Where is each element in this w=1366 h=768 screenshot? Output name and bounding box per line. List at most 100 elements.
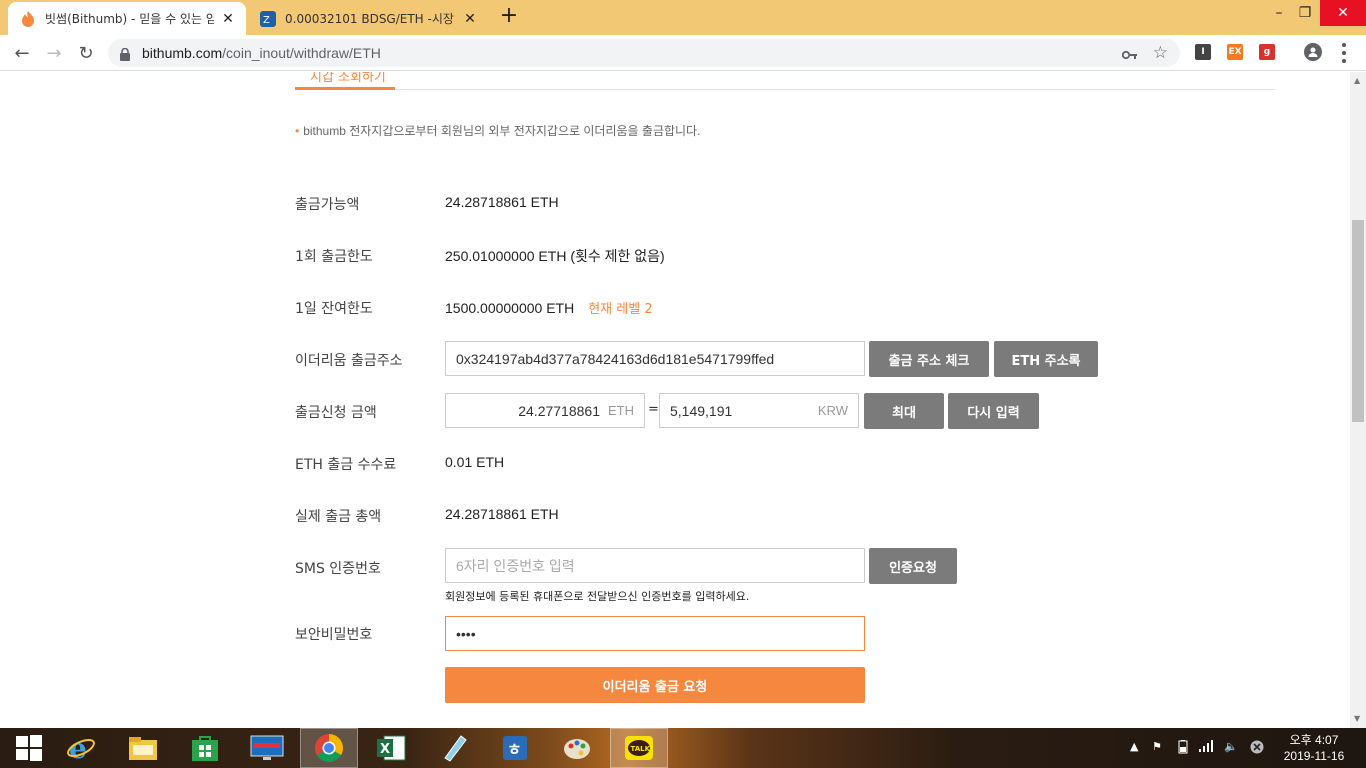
address-value: 0x324197ab4d377a78424163d6d181e5471799ff… bbox=[456, 350, 775, 367]
subtab-active-underline bbox=[295, 87, 395, 90]
paint-icon[interactable] bbox=[548, 728, 606, 768]
extension-i-icon[interactable]: I bbox=[1195, 44, 1211, 60]
svg-text:X: X bbox=[380, 742, 390, 757]
signal-icon[interactable] bbox=[1199, 740, 1213, 755]
password-label: 보안비밀번호 bbox=[295, 627, 373, 643]
per-limit-label: 1회 출금한도 bbox=[295, 249, 373, 265]
withdraw-address-input[interactable]: 0x324197ab4d377a78424163d6d181e5471799ff… bbox=[445, 341, 865, 376]
bullet-icon: • bbox=[295, 124, 300, 138]
key-icon[interactable] bbox=[1121, 46, 1138, 65]
chrome-taskbar-icon[interactable] bbox=[300, 728, 358, 768]
back-arrow-icon[interactable]: ← bbox=[10, 41, 34, 65]
forward-arrow-icon[interactable]: → bbox=[42, 41, 66, 65]
tab-close-icon[interactable]: ✕ bbox=[462, 11, 478, 27]
tab-bdsg-market[interactable]: Z 0.00032101 BDSG/ETH -시장 동 ✕ bbox=[248, 2, 488, 35]
browser-toolbar: ← → ↻ bithumb.com/coin_inout/withdraw/ET… bbox=[0, 35, 1366, 71]
hangul-word-icon[interactable]: ㅎ bbox=[486, 728, 544, 768]
browser-menu-icon[interactable] bbox=[1336, 43, 1352, 63]
store-icon[interactable] bbox=[176, 728, 234, 768]
total-label: 실제 출금 총액 bbox=[295, 509, 382, 525]
krw-unit: KRW bbox=[817, 403, 848, 418]
request-sms-button[interactable]: 인증요청 bbox=[869, 548, 957, 584]
per-limit-value: 250.01000000 ETH (횟수 제한 없음) bbox=[445, 248, 665, 264]
sms-label: SMS 인증번호 bbox=[295, 561, 381, 577]
fee-label: ETH 출금 수수료 bbox=[295, 457, 397, 473]
url-host: bithumb.com bbox=[142, 45, 223, 61]
security-password-input[interactable]: •••• bbox=[445, 616, 865, 651]
daily-limit-label: 1일 잔여한도 bbox=[295, 301, 373, 317]
current-level-link[interactable]: 현재 레벨 2 bbox=[588, 302, 652, 317]
krw-amount-input[interactable]: 5,149,191 KRW bbox=[659, 393, 859, 428]
scroll-up-icon[interactable]: ▲ bbox=[1354, 76, 1360, 85]
browser-tab-strip: 빗썸(Bithumb) - 믿을 수 있는 암 ✕ Z 0.00032101 B… bbox=[0, 0, 1366, 35]
tab-bithumb[interactable]: 빗썸(Bithumb) - 믿을 수 있는 암 ✕ bbox=[8, 2, 246, 35]
clock-time: 오후 4:07 bbox=[1289, 733, 1339, 747]
sms-placeholder: 6자리 인증번호 입력 bbox=[456, 557, 575, 574]
daily-limit-value: 1500.00000000 ETH bbox=[445, 300, 575, 316]
eth-unit: ETH bbox=[608, 403, 634, 418]
windows-taskbar: e X ㅎ TALK ▲ ⚑ 🔈 오후 4:07 2019-11-16 bbox=[0, 728, 1366, 768]
withdraw-page: 지갑 조회하기 • bithumb 전자지갑으로부터 회원님의 외부 전자지갑으로… bbox=[0, 72, 1350, 728]
lenovo-monitor-icon[interactable] bbox=[238, 728, 296, 768]
check-address-button[interactable]: 출금 주소 체크 bbox=[869, 341, 989, 377]
daily-limit-row: 1500.00000000 ETH 현재 레벨 2 bbox=[445, 298, 653, 317]
url-text: bithumb.com/coin_inout/withdraw/ETH bbox=[142, 45, 381, 61]
subtab-active-label[interactable]: 지갑 조회하기 bbox=[310, 72, 386, 85]
notification-close-icon[interactable] bbox=[1250, 740, 1264, 757]
window-close-icon[interactable]: ✕ bbox=[1320, 0, 1366, 26]
scrollbar-thumb[interactable] bbox=[1352, 220, 1364, 422]
start-button[interactable] bbox=[0, 728, 58, 768]
battery-icon[interactable] bbox=[1176, 740, 1190, 757]
withdraw-submit-button[interactable]: 이더리움 출금 요청 bbox=[445, 667, 865, 703]
system-clock[interactable]: 오후 4:07 2019-11-16 bbox=[1278, 732, 1350, 764]
sms-code-input[interactable]: 6자리 인증번호 입력 bbox=[445, 548, 865, 583]
svg-text:TALK: TALK bbox=[631, 745, 651, 753]
extension-ex-icon[interactable]: EX bbox=[1227, 44, 1243, 60]
reset-button[interactable]: 다시 입력 bbox=[948, 393, 1039, 429]
extension-g-icon[interactable]: g bbox=[1259, 44, 1275, 60]
lock-icon bbox=[120, 46, 130, 65]
notes-app-icon[interactable] bbox=[424, 728, 482, 768]
action-center-flag-icon[interactable]: ⚑ bbox=[1152, 740, 1162, 753]
market-favicon-icon: Z bbox=[260, 10, 276, 27]
subtab-divider bbox=[295, 89, 1275, 90]
restore-icon[interactable]: ❐ bbox=[1290, 0, 1320, 26]
svg-text:ㅎ: ㅎ bbox=[507, 740, 522, 759]
tab-title: 0.00032101 BDSG/ETH -시장 동 bbox=[285, 12, 456, 26]
eth-amount-input[interactable]: 24.27718861 ETH bbox=[445, 393, 645, 428]
clock-date: 2019-11-16 bbox=[1283, 749, 1345, 763]
sms-hint: 회원정보에 등록된 휴대폰으로 전달받으신 인증번호를 입력하세요. bbox=[445, 590, 750, 603]
amount-label: 출금신청 금액 bbox=[295, 405, 377, 421]
password-mask: •••• bbox=[456, 625, 476, 642]
tab-title: 빗썸(Bithumb) - 믿을 수 있는 암 bbox=[45, 12, 214, 26]
tab-close-icon[interactable]: ✕ bbox=[220, 11, 236, 27]
total-value: 24.28718861 ETH bbox=[445, 506, 559, 522]
scroll-down-icon[interactable]: ▼ bbox=[1354, 714, 1360, 723]
svg-text:Z: Z bbox=[263, 15, 270, 26]
new-tab-button[interactable]: + bbox=[498, 5, 520, 28]
url-path: /coin_inout/withdraw/ETH bbox=[222, 45, 381, 61]
kakaotalk-icon[interactable]: TALK bbox=[610, 728, 668, 768]
fee-value: 0.01 ETH bbox=[445, 454, 505, 470]
profile-avatar-icon[interactable] bbox=[1304, 43, 1322, 61]
krw-amount-value: 5,149,191 bbox=[670, 402, 733, 419]
address-bar[interactable]: bithumb.com/coin_inout/withdraw/ETH ☆ bbox=[108, 39, 1180, 67]
tray-chevron-icon[interactable]: ▲ bbox=[1130, 740, 1138, 753]
file-explorer-icon[interactable] bbox=[114, 728, 172, 768]
notice-text: bithumb 전자지갑으로부터 회원님의 외부 전자지갑으로 이더리움을 출금… bbox=[303, 124, 701, 138]
eth-amount-value: 24.27718861 bbox=[518, 402, 600, 419]
max-button[interactable]: 최대 bbox=[864, 393, 944, 429]
withdraw-notice: • bithumb 전자지갑으로부터 회원님의 외부 전자지갑으로 이더리움을 출… bbox=[295, 122, 700, 139]
internet-explorer-icon[interactable]: e bbox=[52, 728, 110, 768]
address-label: 이더리움 출금주소 bbox=[295, 353, 403, 369]
available-value: 24.28718861 ETH bbox=[445, 194, 559, 210]
available-label: 출금가능액 bbox=[295, 197, 360, 213]
eth-address-book-button[interactable]: ETH 주소록 bbox=[994, 341, 1098, 377]
reload-icon[interactable]: ↻ bbox=[74, 41, 98, 65]
volume-icon[interactable]: 🔈 bbox=[1224, 740, 1238, 753]
bithumb-favicon-icon bbox=[20, 10, 36, 27]
bookmark-star-icon[interactable]: ☆ bbox=[1153, 43, 1168, 63]
excel-icon[interactable]: X bbox=[362, 728, 420, 768]
equals-sign: = bbox=[648, 402, 659, 417]
page-scrollbar[interactable]: ▲ ▼ bbox=[1350, 72, 1366, 728]
